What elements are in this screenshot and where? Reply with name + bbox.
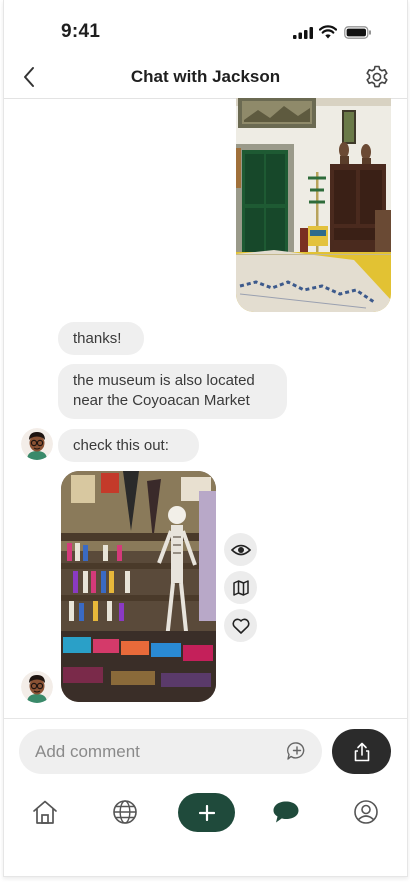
avatar-jackson[interactable] (21, 428, 53, 460)
view-button[interactable] (224, 533, 257, 566)
wifi-icon (319, 25, 337, 39)
signal-icon (293, 27, 313, 39)
message-text: thanks! (73, 330, 122, 347)
comment-input[interactable] (19, 729, 322, 774)
sent-photo-museum[interactable] (236, 98, 391, 312)
heart-icon (231, 618, 250, 634)
avatar-jackson[interactable] (21, 671, 53, 703)
tab-home[interactable] (25, 792, 65, 832)
received-photo-market[interactable] (61, 471, 216, 702)
divider (4, 718, 407, 719)
tab-explore[interactable] (105, 792, 145, 832)
status-time: 9:41 (61, 21, 101, 42)
message-bubble: check this out: (58, 429, 199, 462)
profile-icon (354, 800, 378, 824)
page-title: Chat with Jackson (130, 67, 281, 86)
status-bar: 9:41 (4, 0, 407, 58)
eye-icon (230, 544, 251, 555)
home-icon (33, 800, 57, 824)
globe-icon (113, 800, 137, 824)
share-button[interactable] (332, 729, 391, 774)
chat-icon (273, 801, 299, 823)
message-bubble: the museum is also located near the Coyo… (58, 364, 287, 419)
share-icon (354, 742, 369, 761)
plus-icon (198, 804, 215, 821)
battery-icon (344, 26, 371, 39)
message-text: check this out: (73, 437, 169, 454)
message-bubble: thanks! (58, 322, 144, 355)
like-button[interactable] (224, 609, 257, 642)
map-button[interactable] (224, 571, 257, 604)
gear-icon[interactable] (364, 64, 390, 90)
avatar-image (21, 428, 53, 460)
avatar-image (21, 671, 53, 703)
phone-screen: 9:41 Chat with Jackson thanks! the museu… (3, 0, 408, 877)
create-button[interactable] (178, 793, 235, 832)
map-icon (232, 579, 249, 596)
chat-header: Chat with Jackson (4, 58, 407, 99)
message-text: the museum is also located near the Coyo… (73, 372, 255, 409)
add-reaction-icon[interactable] (286, 741, 308, 761)
tab-profile[interactable] (346, 792, 386, 832)
tab-chat[interactable] (266, 792, 306, 832)
